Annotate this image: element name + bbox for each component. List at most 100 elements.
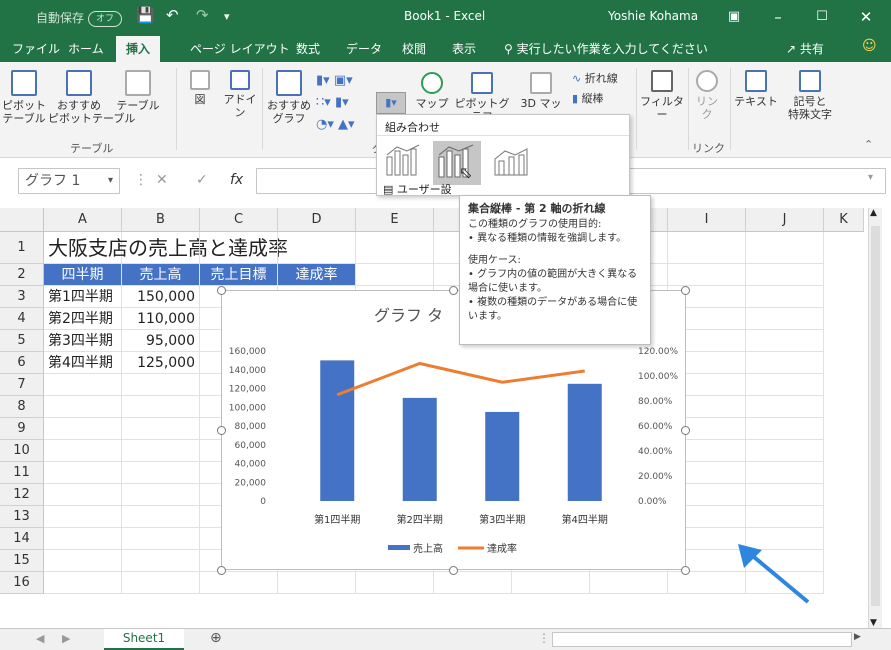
cell[interactable] [122,484,200,506]
insert-function-button[interactable]: fx [230,172,243,188]
text-button[interactable]: テキスト [734,70,778,108]
resize-handle[interactable] [681,286,690,295]
row-header[interactable]: 11 [0,462,44,484]
hierarchy-chart-icon[interactable]: ▣▾ [334,73,353,88]
cell[interactable] [746,352,824,374]
bar-chart-icon[interactable]: ▮▾ [316,73,334,88]
sales-cell[interactable]: 150,000 [122,286,200,308]
cell[interactable] [122,374,200,396]
save-icon[interactable]: 💾 [136,6,155,24]
cell[interactable] [122,232,200,264]
row-header[interactable]: 5 [0,330,44,352]
recommended-pivot-button[interactable]: おすすめ ピボットテーブル [48,70,135,125]
create-custom-combo[interactable]: ▤ ユーザー設 [383,181,452,197]
row-header[interactable]: 9 [0,418,44,440]
cell[interactable] [668,264,746,286]
row-header[interactable]: 14 [0,528,44,550]
autosave[interactable]: 自動保存 オフ [36,9,123,27]
prev-sheet-icon[interactable]: ◀ [36,632,44,645]
cell[interactable] [122,528,200,550]
tab-review[interactable]: 校閲 [402,40,426,57]
row-header[interactable]: 13 [0,506,44,528]
cell[interactable] [122,440,200,462]
cell[interactable] [44,374,122,396]
cell[interactable] [746,462,824,484]
maps-button[interactable]: マップ [414,72,450,110]
resize-handle[interactable] [681,566,690,575]
resize-handle[interactable] [449,566,458,575]
tab-formulas[interactable]: 数式 [296,40,320,57]
cell[interactable] [44,462,122,484]
row-header[interactable]: 10 [0,440,44,462]
resize-handle[interactable] [449,286,458,295]
row-header[interactable]: 8 [0,396,44,418]
column-header[interactable]: A [44,208,122,232]
cell[interactable] [44,484,122,506]
cell[interactable] [590,572,668,594]
enter-icon[interactable]: ✓ [196,172,208,188]
scroll-down-icon[interactable]: ▼ [870,618,877,628]
area-chart-icon[interactable]: ▲▾ [338,117,355,132]
header-cell[interactable]: 四半期 [44,264,122,286]
resize-handle[interactable] [217,426,226,435]
header-cell[interactable]: 売上高 [122,264,200,286]
maximize-button[interactable]: ☐ [800,0,844,34]
statistics-chart-icon[interactable]: ▮▾ [335,95,349,110]
recommended-charts-button[interactable]: おすすめ グラフ [266,70,312,125]
scatter-chart-icon[interactable]: ∷▾ [316,95,335,110]
column-header[interactable]: J [746,208,824,232]
cell[interactable] [746,418,824,440]
tab-home[interactable]: ホーム [68,40,104,57]
cell[interactable] [746,396,824,418]
cell[interactable] [356,232,434,264]
redo-icon[interactable]: ↷ [196,6,209,24]
sales-cell[interactable]: 95,000 [122,330,200,352]
header-cell[interactable]: 達成率 [278,264,356,286]
cell[interactable] [44,418,122,440]
vertical-scrollbar[interactable]: ▲ ▼ [868,208,882,628]
cell[interactable] [278,572,356,594]
share-button[interactable]: ↗ 共有 [786,40,824,57]
column-header[interactable]: E [356,208,434,232]
name-box-dropdown-icon[interactable]: ▾ [108,169,113,193]
resize-handle[interactable] [681,426,690,435]
combo-stacked-area-column[interactable] [491,141,533,179]
ribbon-display-icon[interactable]: ▣ [712,0,756,34]
cell[interactable] [512,572,590,594]
autosave-toggle[interactable]: オフ [88,10,123,27]
cell[interactable] [44,550,122,572]
close-button[interactable]: ✕ [844,0,888,34]
scroll-up-icon[interactable]: ▲ [870,208,877,218]
row-header[interactable]: 7 [0,374,44,396]
next-sheet-icon[interactable]: ▶ [62,632,70,645]
cell[interactable] [122,550,200,572]
chart-type-buttons[interactable]: ▮▾ ▣▾ ∷▾ ▮▾ ◔▾ ▲▾ [316,70,376,136]
cell[interactable] [434,572,512,594]
row-header[interactable]: 1 [0,232,44,264]
tell-me[interactable]: ⚲ 実行したい作業を入力してください [504,40,708,57]
cell[interactable] [746,484,824,506]
row-header[interactable]: 3 [0,286,44,308]
column-header[interactable]: K [824,208,864,232]
resize-handle[interactable] [217,286,226,295]
cell[interactable] [122,462,200,484]
sheet-tab[interactable]: Sheet1 [104,629,184,650]
cancel-icon[interactable]: ✕ [156,172,168,188]
cell[interactable] [44,440,122,462]
cell[interactable] [746,506,824,528]
header-cell[interactable]: 売上目標 [200,264,278,286]
cell[interactable] [356,264,434,286]
cell[interactable] [200,232,278,264]
row-header[interactable]: 4 [0,308,44,330]
quarter-cell[interactable]: 第2四半期 [44,308,122,330]
illustrations-button[interactable]: 図 [182,70,218,106]
quarter-cell[interactable]: 第1四半期 [44,286,122,308]
undo-icon[interactable]: ↶ [166,6,179,24]
scroll-right-icon[interactable]: ▶ [854,632,861,642]
select-all-button[interactable] [0,208,44,232]
scroll-thumb[interactable] [871,226,880,606]
cell[interactable] [746,374,824,396]
pie-chart-icon[interactable]: ◔▾ [316,117,338,132]
cell[interactable] [122,396,200,418]
cell[interactable] [122,572,200,594]
